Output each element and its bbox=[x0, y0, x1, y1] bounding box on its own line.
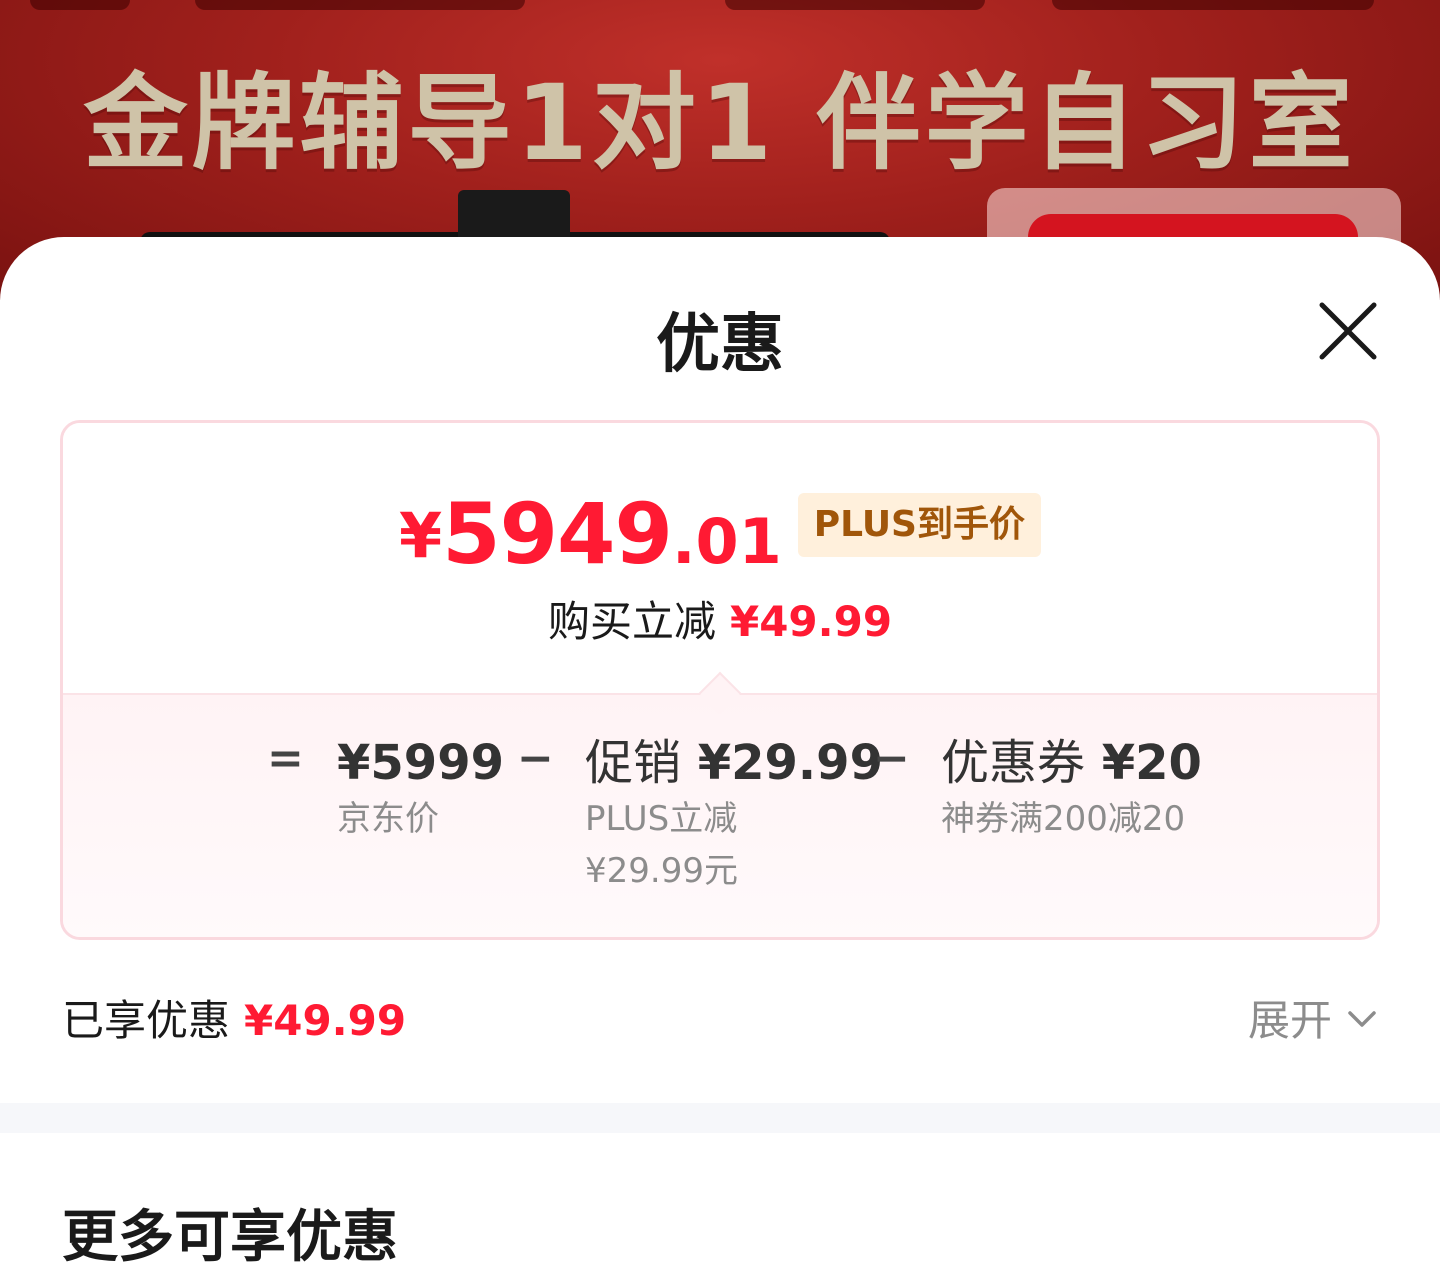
close-button[interactable] bbox=[1316, 299, 1380, 363]
promo-value: ¥29.99 bbox=[697, 735, 883, 791]
plus-price-badge: PLUS到手价 bbox=[797, 493, 1041, 557]
expand-label: 展开 bbox=[1248, 996, 1333, 1045]
final-price-currency: ¥ bbox=[399, 499, 443, 572]
price-summary: ¥5949.01 PLUS到手价 购买立减 ¥49.99 bbox=[63, 423, 1377, 693]
section-divider bbox=[0, 1103, 1440, 1133]
price-breakdown: = ¥5999 京东价 − 促销 ¥29.99 PLUS立减 ¥29.99元 −… bbox=[63, 671, 1377, 937]
instant-reduce-value: ¥49.99 bbox=[729, 597, 893, 646]
promo-label: 促销 bbox=[585, 735, 682, 791]
minus-sign: − bbox=[517, 733, 554, 784]
price-card: ¥5949.01 PLUS到手价 购买立减 ¥49.99 = ¥5999 京东价 … bbox=[60, 420, 1380, 940]
minus-sign: − bbox=[873, 733, 910, 784]
jd-price-column: ¥5999 京东价 bbox=[337, 733, 504, 845]
banner-top-bar bbox=[1052, 0, 1374, 10]
jd-price-label: 京东价 bbox=[337, 799, 439, 839]
promo-sub-label: PLUS立减 bbox=[585, 799, 738, 839]
enjoyed-discount-value: ¥49.99 bbox=[244, 996, 407, 1045]
final-price-row: ¥5949.01 PLUS到手价 bbox=[63, 485, 1377, 583]
final-price-integer: 5949 bbox=[442, 485, 673, 583]
close-icon bbox=[1319, 302, 1377, 360]
sheet-title: 优惠 bbox=[656, 308, 784, 382]
enjoyed-discount-label: 已享优惠 bbox=[62, 996, 231, 1045]
more-discounts-title: 更多可享优惠 bbox=[62, 1205, 398, 1270]
coupon-value: ¥20 bbox=[1101, 735, 1202, 791]
chevron-down-icon bbox=[1348, 1010, 1376, 1027]
enjoyed-discount-row: 已享优惠 ¥49.99 bbox=[62, 987, 406, 1048]
expand-button[interactable]: 展开 bbox=[1248, 987, 1380, 1048]
banner-title: 金牌辅导1对1 伴学自习室 bbox=[83, 62, 1357, 184]
banner-top-bar bbox=[725, 0, 985, 10]
promo-sub-value: ¥29.99元 bbox=[585, 851, 738, 891]
promo-column: 促销 ¥29.99 PLUS立减 ¥29.99元 bbox=[585, 733, 883, 897]
equals-sign: = bbox=[267, 733, 304, 784]
coupon-column: 优惠券 ¥20 神券满200减20 bbox=[941, 733, 1202, 845]
jd-price-value: ¥5999 bbox=[337, 735, 504, 791]
coupon-sub-label: 神券满200减20 bbox=[941, 799, 1186, 839]
instant-reduce-label: 购买立减 bbox=[547, 597, 716, 646]
final-price: ¥5949.01 bbox=[399, 485, 782, 583]
discount-sheet: 优惠 ¥5949.01 PLUS到手价 购买立减 ¥49.99 = ¥5999 京… bbox=[0, 237, 1440, 1272]
banner-top-bar bbox=[30, 0, 130, 10]
instant-reduce-row: 购买立减 ¥49.99 bbox=[63, 588, 1377, 649]
banner-top-bar bbox=[195, 0, 525, 10]
coupon-label: 优惠券 bbox=[941, 735, 1086, 791]
final-price-decimal: .01 bbox=[671, 505, 782, 578]
